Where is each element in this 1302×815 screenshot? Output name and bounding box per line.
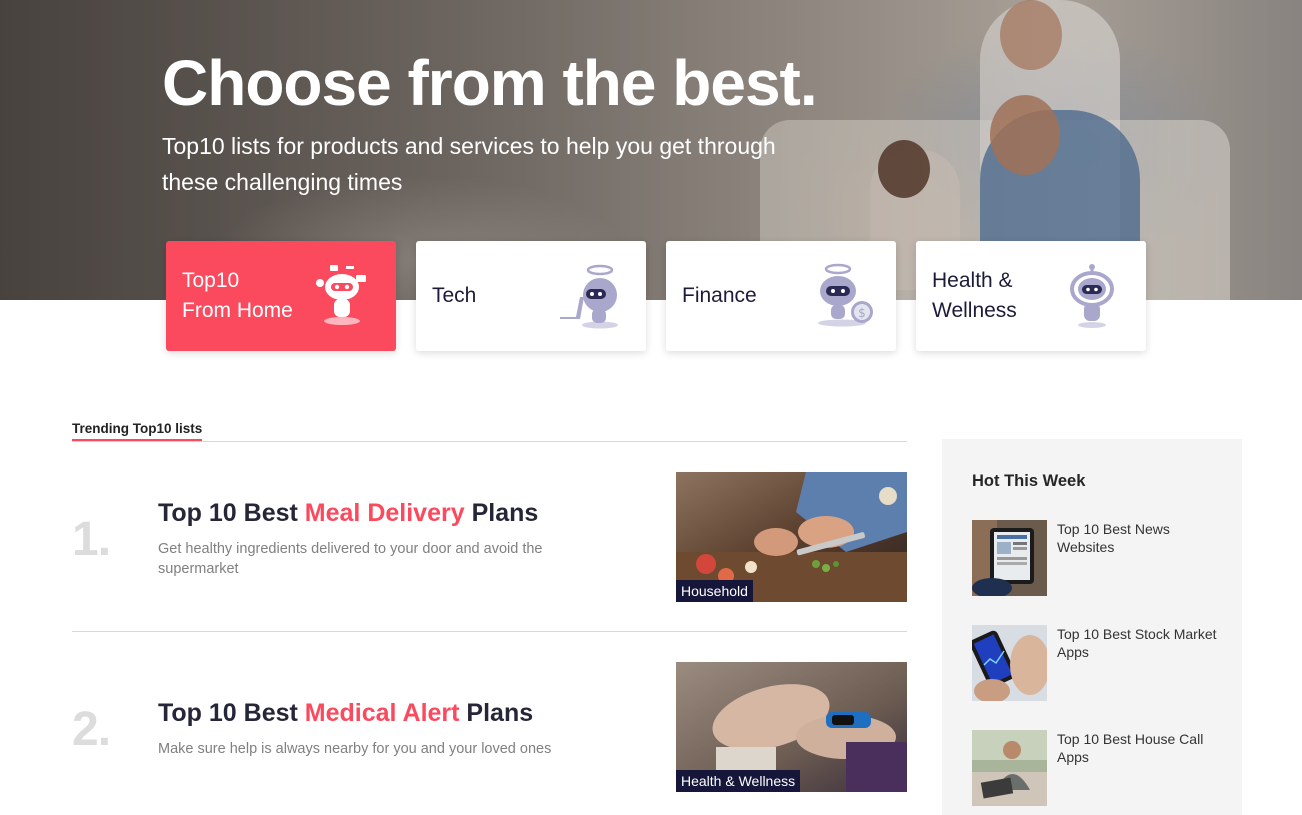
category-label: Finance bbox=[682, 284, 757, 307]
title-highlight: Meal Delivery bbox=[304, 499, 465, 527]
category-label: Tech bbox=[432, 284, 477, 307]
trending-heading: Trending Top10 lists bbox=[72, 421, 203, 441]
hot-this-week-panel: Hot This Week Top 10 Best News Websites bbox=[942, 439, 1242, 815]
category-card-top10-from-home[interactable]: Top10 From Home bbox=[166, 241, 396, 351]
title-suffix: Plans bbox=[464, 499, 539, 527]
title-prefix: Top 10 Best bbox=[158, 699, 305, 727]
robot-health-icon bbox=[1070, 264, 1114, 328]
divider bbox=[72, 631, 907, 632]
item-description: Make sure help is always nearby for you … bbox=[158, 741, 552, 757]
item-rank: 2. bbox=[72, 703, 111, 756]
category-label: Health & Wellness bbox=[932, 269, 1017, 322]
hot-item-label: Top 10 Best News Websites bbox=[1057, 521, 1170, 555]
title-highlight: Medical Alert bbox=[304, 699, 460, 727]
hot-item[interactable]: Top 10 Best News Websites bbox=[972, 520, 1232, 596]
meal-prep-photo[interactable]: Household bbox=[676, 472, 907, 602]
senior-wristband-photo[interactable]: Health & Wellness bbox=[676, 662, 907, 792]
category-card-tech[interactable]: Tech bbox=[416, 241, 646, 351]
category-label: Top10 From Home bbox=[182, 269, 293, 322]
category-tag: Household bbox=[676, 580, 753, 602]
hot-item-label: Top 10 Best House Call Apps bbox=[1057, 731, 1204, 765]
hot-this-week-heading: Hot This Week bbox=[972, 472, 1086, 490]
category-tag: Health & Wellness bbox=[676, 770, 801, 792]
robot-tech-icon bbox=[560, 264, 618, 329]
hot-item[interactable]: Top 10 Best Stock Market Apps bbox=[972, 625, 1232, 701]
title-prefix: Top 10 Best bbox=[158, 499, 305, 527]
hero-subtitle: Top10 lists for products and services to… bbox=[162, 133, 776, 195]
tablet-news-photo bbox=[972, 520, 1047, 596]
phone-stocks-photo bbox=[972, 625, 1047, 701]
category-card-health-wellness[interactable]: Health & Wellness bbox=[916, 241, 1146, 351]
hot-item-label: Top 10 Best Stock Market Apps bbox=[1057, 626, 1217, 660]
item-rank: 1. bbox=[72, 513, 111, 566]
item-title[interactable]: Top 10 Best Meal Delivery Plans bbox=[158, 499, 538, 528]
svg-text:$: $ bbox=[858, 306, 866, 320]
category-card-finance[interactable]: Finance $ bbox=[666, 241, 896, 351]
category-cards: Top10 From Home Tech Finance $ Health & … bbox=[166, 241, 1146, 351]
item-title[interactable]: Top 10 Best Medical Alert Plans bbox=[158, 699, 533, 728]
hero-title: Choose from the best. bbox=[162, 47, 818, 119]
hot-item[interactable]: Top 10 Best House Call Apps bbox=[972, 730, 1232, 806]
man-laptop-photo bbox=[972, 730, 1047, 806]
item-description: Get healthy ingredients delivered to you… bbox=[158, 541, 543, 577]
robot-home-icon bbox=[316, 265, 366, 325]
title-suffix: Plans bbox=[459, 699, 534, 727]
divider bbox=[72, 441, 907, 442]
robot-finance-icon: $ bbox=[818, 263, 873, 327]
